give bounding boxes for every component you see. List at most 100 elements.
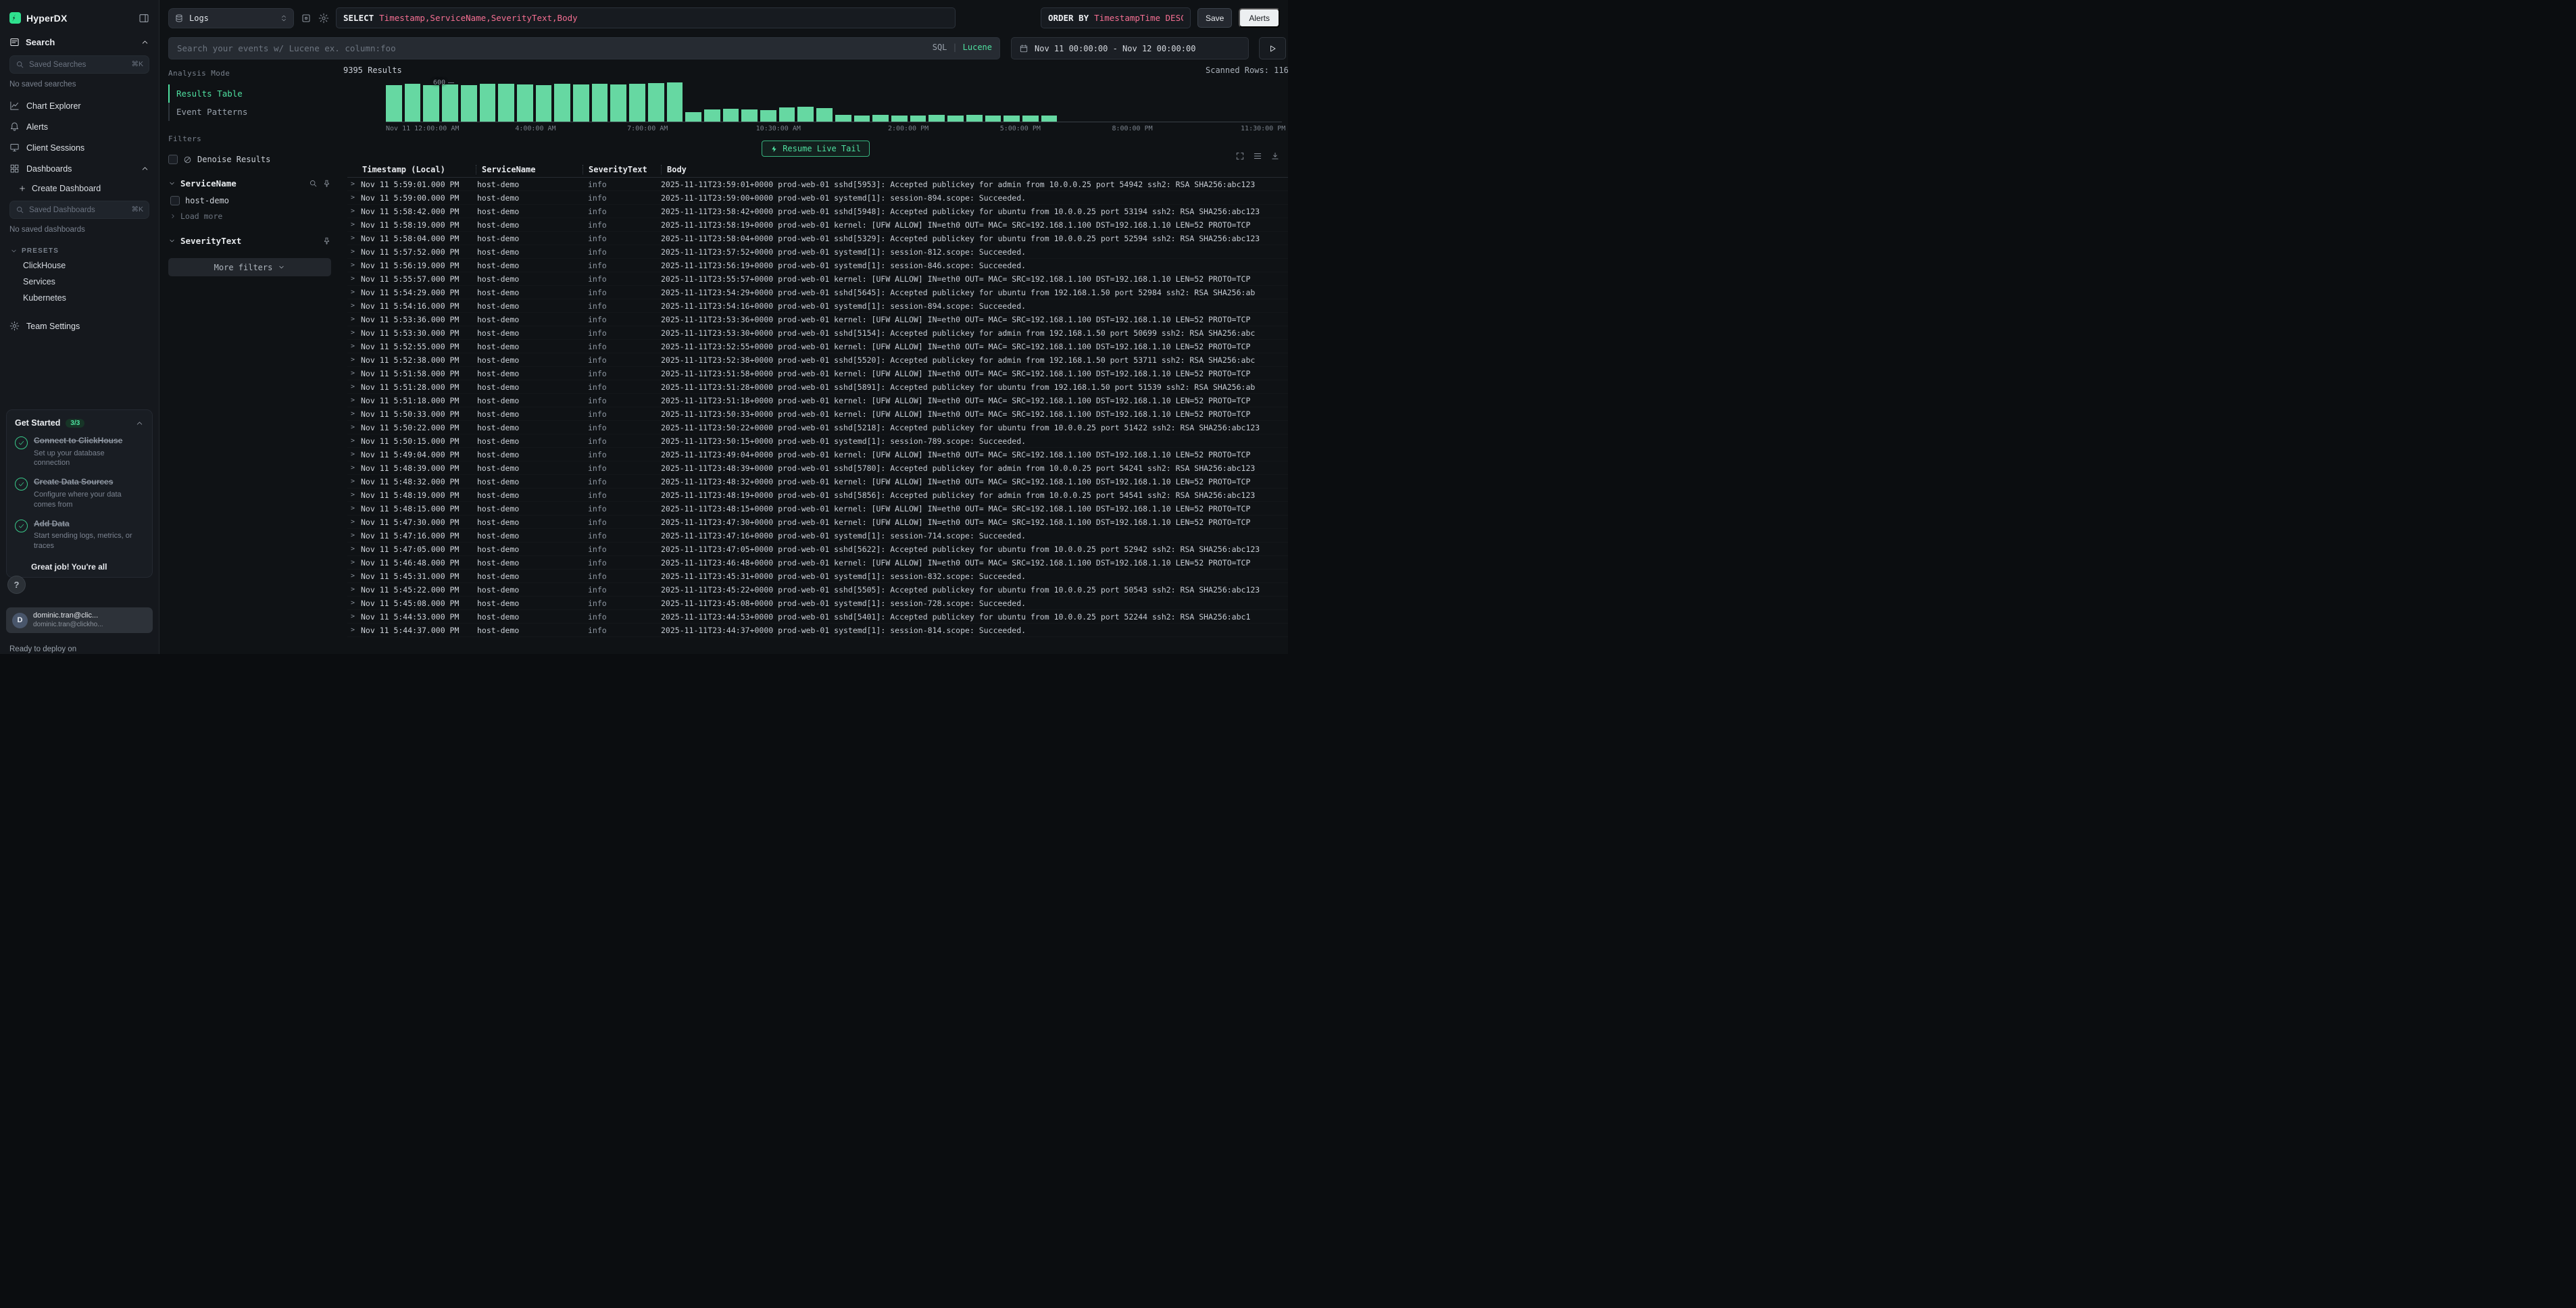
row-expand-chevron[interactable]: >: [347, 329, 361, 336]
log-row[interactable]: >Nov 11 5:52:55.000 PMhost-demoinfo2025-…: [347, 340, 1288, 353]
histogram-bar[interactable]: [835, 115, 851, 122]
histogram-bar[interactable]: [461, 85, 477, 122]
histogram-bar[interactable]: [966, 115, 983, 122]
col-header-timestamp[interactable]: Timestamp (Local): [361, 165, 476, 174]
histogram-bar[interactable]: [480, 84, 496, 122]
row-expand-chevron[interactable]: >: [347, 572, 361, 580]
histogram-bar[interactable]: [797, 107, 814, 122]
histogram-bar[interactable]: [891, 116, 908, 122]
log-row[interactable]: >Nov 11 5:45:31.000 PMhost-demoinfo2025-…: [347, 570, 1288, 583]
log-row[interactable]: >Nov 11 5:47:30.000 PMhost-demoinfo2025-…: [347, 515, 1288, 529]
histogram-bar[interactable]: [517, 84, 533, 122]
preset-item-clickhouse[interactable]: ClickHouse: [0, 257, 159, 274]
help-button[interactable]: ?: [7, 576, 26, 594]
histogram-bar[interactable]: [985, 116, 1001, 122]
sidebar-item-client-sessions[interactable]: Client Sessions: [0, 137, 159, 158]
histogram-bar[interactable]: [423, 85, 439, 122]
histogram-bar[interactable]: [928, 115, 945, 122]
log-row[interactable]: >Nov 11 5:50:33.000 PMhost-demoinfo2025-…: [347, 407, 1288, 421]
mode-event-patterns[interactable]: Event Patterns: [168, 103, 331, 121]
histogram-bar[interactable]: [1041, 116, 1058, 122]
row-expand-chevron[interactable]: >: [347, 491, 361, 499]
log-row[interactable]: >Nov 11 5:47:05.000 PMhost-demoinfo2025-…: [347, 543, 1288, 556]
preset-item-services[interactable]: Services: [0, 274, 159, 290]
row-expand-chevron[interactable]: >: [347, 302, 361, 309]
log-row[interactable]: >Nov 11 5:59:01.000 PMhost-demoinfo2025-…: [347, 178, 1288, 191]
sidebar-item-chart-explorer[interactable]: Chart Explorer: [0, 95, 159, 116]
log-row[interactable]: >Nov 11 5:44:53.000 PMhost-demoinfo2025-…: [347, 610, 1288, 624]
sidebar-item-team-settings[interactable]: Team Settings: [0, 316, 159, 336]
histogram-bar[interactable]: [854, 116, 870, 122]
row-expand-chevron[interactable]: >: [347, 532, 361, 539]
sidebar-item-alerts[interactable]: Alerts: [0, 116, 159, 137]
row-expand-chevron[interactable]: >: [347, 261, 361, 269]
row-expand-chevron[interactable]: >: [347, 221, 361, 228]
chevron-up-icon[interactable]: [141, 164, 149, 173]
get-started-item-connect[interactable]: Connect to ClickHouse Set up your databa…: [15, 436, 144, 468]
histogram-bar[interactable]: [1022, 116, 1039, 122]
mode-results-table[interactable]: Results Table: [168, 84, 331, 103]
presets-toggle[interactable]: PRESETS: [0, 241, 159, 257]
row-expand-chevron[interactable]: >: [347, 343, 361, 350]
focus-icon[interactable]: [301, 13, 312, 24]
denoise-results-toggle[interactable]: Denoise Results: [168, 151, 331, 168]
denoise-checkbox[interactable]: [168, 155, 178, 164]
row-expand-chevron[interactable]: >: [347, 545, 361, 553]
load-more-button[interactable]: Load more: [168, 209, 331, 222]
filter-option-host-demo[interactable]: host-demo: [168, 193, 331, 209]
download-icon[interactable]: [1270, 151, 1280, 161]
histogram-bar[interactable]: [386, 85, 402, 122]
log-row[interactable]: >Nov 11 5:51:58.000 PMhost-demoinfo2025-…: [347, 367, 1288, 380]
col-header-severitytext[interactable]: SeverityText: [583, 165, 661, 174]
row-expand-chevron[interactable]: >: [347, 559, 361, 566]
histogram-bar[interactable]: [910, 116, 926, 122]
log-row[interactable]: >Nov 11 5:50:22.000 PMhost-demoinfo2025-…: [347, 421, 1288, 434]
log-row[interactable]: >Nov 11 5:49:04.000 PMhost-demoinfo2025-…: [347, 448, 1288, 461]
date-range-picker[interactable]: Nov 11 00:00:00 - Nov 12 00:00:00: [1011, 37, 1249, 59]
save-button[interactable]: Save: [1197, 8, 1232, 28]
histogram-bar[interactable]: [405, 84, 421, 122]
histogram-bar[interactable]: [573, 84, 589, 122]
get-started-item-sources[interactable]: Create Data Sources Configure where your…: [15, 477, 144, 509]
log-row[interactable]: >Nov 11 5:45:22.000 PMhost-demoinfo2025-…: [347, 583, 1288, 597]
row-expand-chevron[interactable]: >: [347, 207, 361, 215]
histogram-bar[interactable]: [947, 116, 964, 122]
row-expand-chevron[interactable]: >: [347, 397, 361, 404]
row-expand-chevron[interactable]: >: [347, 275, 361, 282]
log-row[interactable]: >Nov 11 5:56:19.000 PMhost-demoinfo2025-…: [347, 259, 1288, 272]
chevron-up-icon[interactable]: [141, 38, 149, 47]
row-expand-chevron[interactable]: >: [347, 370, 361, 377]
user-menu[interactable]: D dominic.tran@clic... dominic.tran@clic…: [6, 607, 153, 633]
histogram-bar[interactable]: [872, 115, 889, 122]
sidebar-collapse-icon[interactable]: [139, 13, 149, 24]
histogram-bar[interactable]: [667, 82, 683, 122]
log-row[interactable]: >Nov 11 5:48:15.000 PMhost-demoinfo2025-…: [347, 502, 1288, 515]
histogram-bar[interactable]: [685, 112, 701, 122]
expand-icon[interactable]: [1235, 151, 1245, 161]
log-row[interactable]: >Nov 11 5:50:15.000 PMhost-demoinfo2025-…: [347, 434, 1288, 448]
row-expand-chevron[interactable]: >: [347, 437, 361, 445]
histogram-bar[interactable]: [760, 110, 776, 122]
log-row[interactable]: >Nov 11 5:45:08.000 PMhost-demoinfo2025-…: [347, 597, 1288, 610]
histogram-bar[interactable]: [723, 109, 739, 122]
source-select[interactable]: Logs: [168, 8, 294, 28]
histogram-bar[interactable]: [592, 84, 608, 122]
row-expand-chevron[interactable]: >: [347, 451, 361, 458]
log-row[interactable]: >Nov 11 5:46:48.000 PMhost-demoinfo2025-…: [347, 556, 1288, 570]
row-expand-chevron[interactable]: >: [347, 248, 361, 255]
col-header-body[interactable]: Body: [661, 165, 1288, 174]
pin-icon[interactable]: [322, 236, 331, 245]
col-header-servicename[interactable]: ServiceName: [476, 165, 583, 174]
search-section-header[interactable]: Search: [0, 28, 159, 53]
row-expand-chevron[interactable]: >: [347, 356, 361, 363]
log-row[interactable]: >Nov 11 5:53:30.000 PMhost-demoinfo2025-…: [347, 326, 1288, 340]
gear-icon[interactable]: [318, 13, 329, 24]
log-row[interactable]: >Nov 11 5:48:32.000 PMhost-demoinfo2025-…: [347, 475, 1288, 488]
select-query-input[interactable]: SELECT Timestamp,ServiceName,SeverityTex…: [336, 7, 956, 28]
log-row[interactable]: >Nov 11 5:51:28.000 PMhost-demoinfo2025-…: [347, 380, 1288, 394]
row-expand-chevron[interactable]: >: [347, 626, 361, 634]
log-row[interactable]: >Nov 11 5:44:37.000 PMhost-demoinfo2025-…: [347, 624, 1288, 637]
histogram-bar[interactable]: [554, 84, 570, 122]
saved-searches-input[interactable]: [9, 55, 149, 74]
row-expand-chevron[interactable]: >: [347, 613, 361, 620]
